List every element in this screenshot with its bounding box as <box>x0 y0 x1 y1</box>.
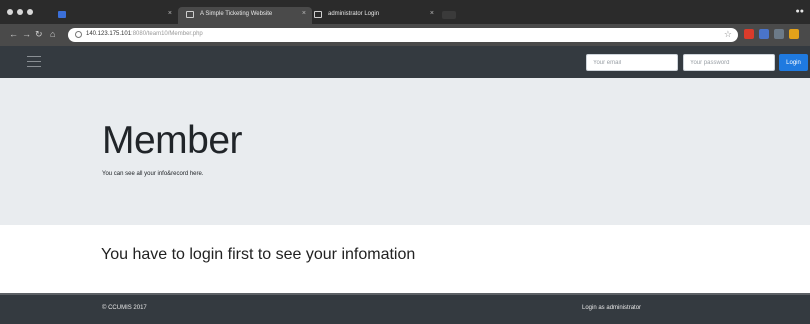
star-icon[interactable]: ☆ <box>724 29 732 40</box>
admin-login-link[interactable]: Login as administrator <box>582 305 641 311</box>
menu-toggle-icon[interactable] <box>27 56 41 67</box>
email-input[interactable] <box>586 54 678 71</box>
address-bar[interactable]: 140.123.175.101:8080/team10/Member.php ☆ <box>68 28 738 42</box>
user-profile-icon[interactable]: ●● <box>796 8 804 15</box>
tab-favicon-icon <box>58 11 66 18</box>
site-navbar: Login <box>0 46 810 78</box>
browser-tab-2[interactable]: A Simple Ticketing Website × <box>178 7 312 24</box>
forward-arrow-icon[interactable]: → <box>22 29 31 39</box>
tab-favicon-icon <box>186 11 194 18</box>
jumbotron: Member You can see all your info&record … <box>0 78 810 225</box>
tab-title: administrator Login <box>328 11 380 17</box>
password-input[interactable] <box>683 54 775 71</box>
tab-favicon-icon <box>314 11 322 18</box>
new-tab-button[interactable] <box>442 11 456 19</box>
extension-icon[interactable] <box>774 29 784 39</box>
site-footer: © CCUMIS 2017 Login as administrator <box>0 293 810 324</box>
site-info-icon[interactable] <box>75 31 82 38</box>
browser-toolbar: ← → ↻ ⌂ 140.123.175.101:8080/team10/Memb… <box>0 24 810 46</box>
window-close-dot[interactable] <box>7 9 13 15</box>
browser-tab-1[interactable]: × <box>50 7 178 24</box>
page-lead-text: You can see all your info&record here. <box>102 171 204 177</box>
window-minimize-dot[interactable] <box>17 9 23 15</box>
tab-close-icon[interactable]: × <box>168 10 172 17</box>
tab-close-icon[interactable]: × <box>430 10 434 17</box>
login-required-message: You have to login first to see your info… <box>101 246 416 263</box>
home-icon[interactable]: ⌂ <box>50 29 55 39</box>
extension-icon[interactable] <box>759 29 769 39</box>
footer-copyright: © CCUMIS 2017 <box>102 305 147 311</box>
address-url: 140.123.175.101:8080/team10/Member.php <box>86 31 203 37</box>
page-title: Member <box>102 119 243 162</box>
extension-icon[interactable] <box>744 29 754 39</box>
extension-icon[interactable] <box>789 29 799 39</box>
back-arrow-icon[interactable]: ← <box>9 29 18 39</box>
browser-tab-bar: × A Simple Ticketing Website × administr… <box>0 0 810 24</box>
login-button[interactable]: Login <box>779 54 808 71</box>
browser-tab-3[interactable]: administrator Login × <box>306 7 440 24</box>
window-zoom-dot[interactable] <box>27 9 33 15</box>
tab-title: A Simple Ticketing Website <box>200 11 273 17</box>
reload-icon[interactable]: ↻ <box>35 29 43 39</box>
